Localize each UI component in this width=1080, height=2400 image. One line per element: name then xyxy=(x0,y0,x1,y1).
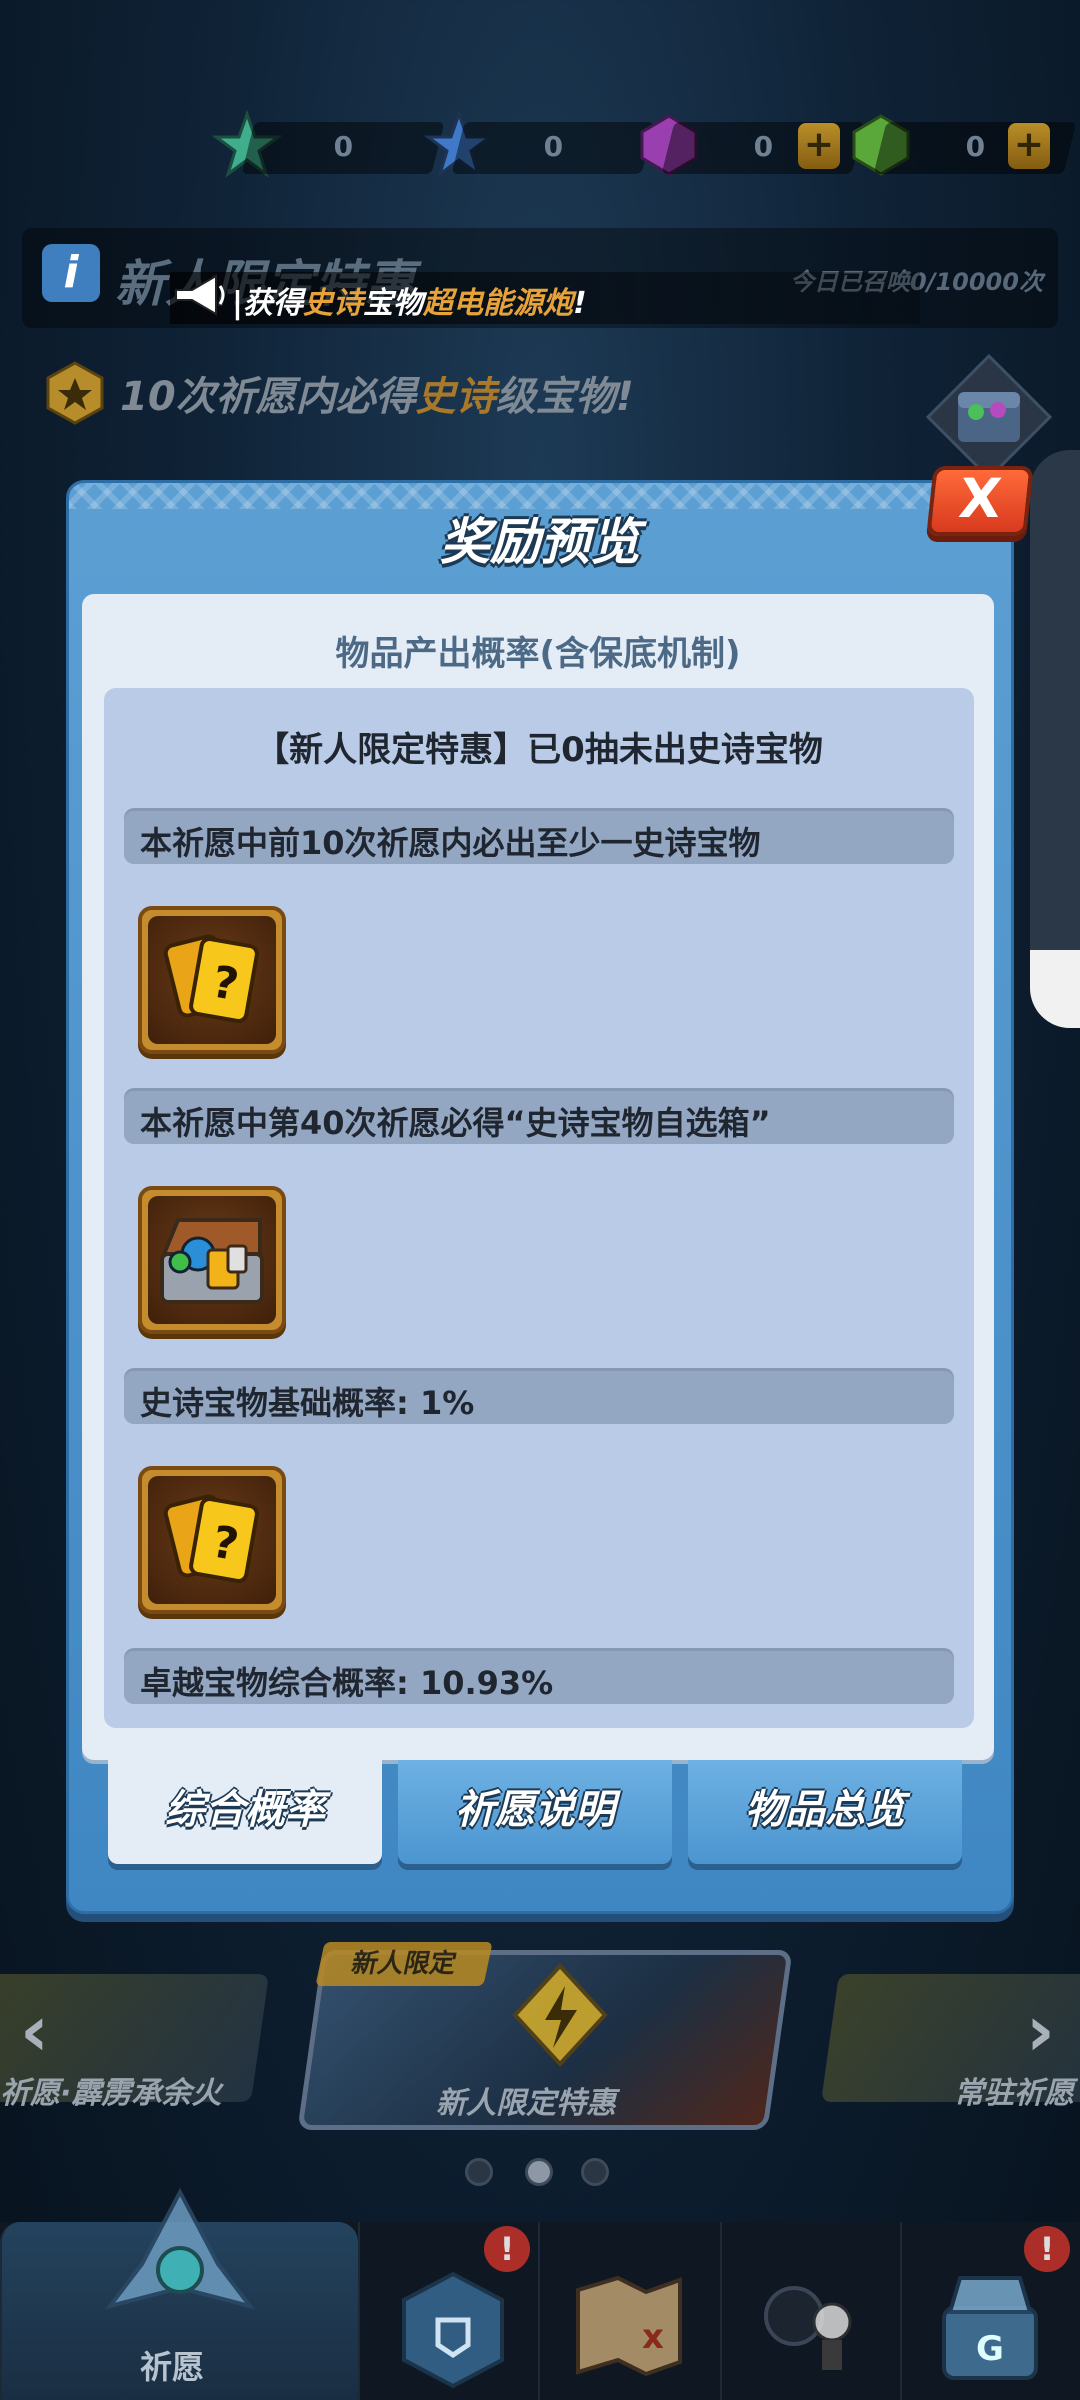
mystery-card-icon[interactable]: ? xyxy=(138,906,286,1054)
nav-wish-label: 祈愿 xyxy=(140,2348,205,2386)
chevron-left-icon[interactable]: ‹ xyxy=(20,1990,49,2072)
close-button[interactable]: X xyxy=(926,466,1034,536)
gacha-machine-icon: G xyxy=(942,2276,1038,2380)
hexagon-badge-icon xyxy=(46,361,104,425)
svg-text:x: x xyxy=(642,2317,664,2357)
treasure-chest-icon[interactable] xyxy=(138,1186,286,1334)
pity-prefix: 10次祈愿内必得 xyxy=(120,374,416,420)
currency-slot-1: 0 xyxy=(241,122,445,174)
modal-title: 奖励预览 xyxy=(440,513,640,571)
info-icon[interactable]: i xyxy=(42,244,100,302)
notification-badge: ! xyxy=(1024,2226,1070,2272)
tab-wish-description[interactable]: 祈愿说明 xyxy=(398,1760,672,1864)
pity-rarity: 史诗 xyxy=(415,374,496,420)
rule-text: 卓越宝物综合概率: 10.93% xyxy=(140,1664,554,1702)
pity-status-heading: 【新人限定特惠】已0抽未出史诗宝物 xyxy=(255,730,823,770)
currency-slot-2: 0 xyxy=(451,122,655,174)
currency-value: 0 xyxy=(543,130,564,163)
banner-label-right: 常驻祈愿 xyxy=(954,2076,1074,2111)
shield-card-icon xyxy=(402,2271,504,2389)
page-dot[interactable] xyxy=(465,2158,493,2186)
broadcast-item: 超电能源炮 xyxy=(422,286,573,321)
page-dot[interactable] xyxy=(581,2158,609,2186)
broadcast-suffix: ! xyxy=(572,286,587,321)
chevron-right-icon[interactable]: › xyxy=(1026,1990,1055,2072)
tab-item-overview[interactable]: 物品总览 xyxy=(688,1760,962,1864)
rule-text: 本祈愿中前10次祈愿内必出至少一史诗宝物 xyxy=(140,824,761,862)
rule-text: 史诗宝物基础概率: 1% xyxy=(140,1384,475,1422)
notification-badge: ! xyxy=(484,2226,530,2272)
new-player-tag: 新人限定 xyxy=(315,1942,493,1986)
mystery-card-icon[interactable]: ? xyxy=(138,1466,286,1614)
side-panel-tab xyxy=(1030,950,1080,1028)
broadcast-message: |获得史诗宝物超电能源炮! xyxy=(232,278,587,322)
wish-icon xyxy=(104,2187,256,2310)
broadcast-prefix: |获得 xyxy=(232,286,303,321)
broadcast-middle: 宝物 xyxy=(362,286,423,321)
lightning-shield-icon xyxy=(512,1963,608,2067)
broadcast-rarity: 史诗 xyxy=(302,286,363,321)
map-scroll-icon: x xyxy=(576,2275,682,2377)
characters-icon xyxy=(764,2286,852,2370)
rule-text: 本祈愿中第40次祈愿必得“史诗宝物自选箱” xyxy=(140,1104,771,1142)
banner-label-center: 新人限定特惠 xyxy=(436,2086,616,2121)
probability-heading: 物品产出概率(含保底机制) xyxy=(335,634,741,674)
currency-value: 0 xyxy=(333,130,354,163)
add-green-gem-button[interactable]: + xyxy=(1008,123,1050,169)
pity-notice: 10次祈愿内必得史诗级宝物! xyxy=(120,364,634,422)
tab-overall-probability[interactable]: 综合概率 xyxy=(108,1760,382,1864)
add-purple-gem-button[interactable]: + xyxy=(798,123,840,169)
banner-label-left: 祈愿·霹雳承余火 xyxy=(0,2076,222,2111)
page-dot-active[interactable] xyxy=(525,2158,553,2186)
svg-text:G: G xyxy=(976,2329,1004,2369)
megaphone-icon xyxy=(175,274,225,316)
treasure-chest-icon[interactable] xyxy=(924,352,1054,482)
pity-suffix: 级宝物! xyxy=(495,374,634,420)
